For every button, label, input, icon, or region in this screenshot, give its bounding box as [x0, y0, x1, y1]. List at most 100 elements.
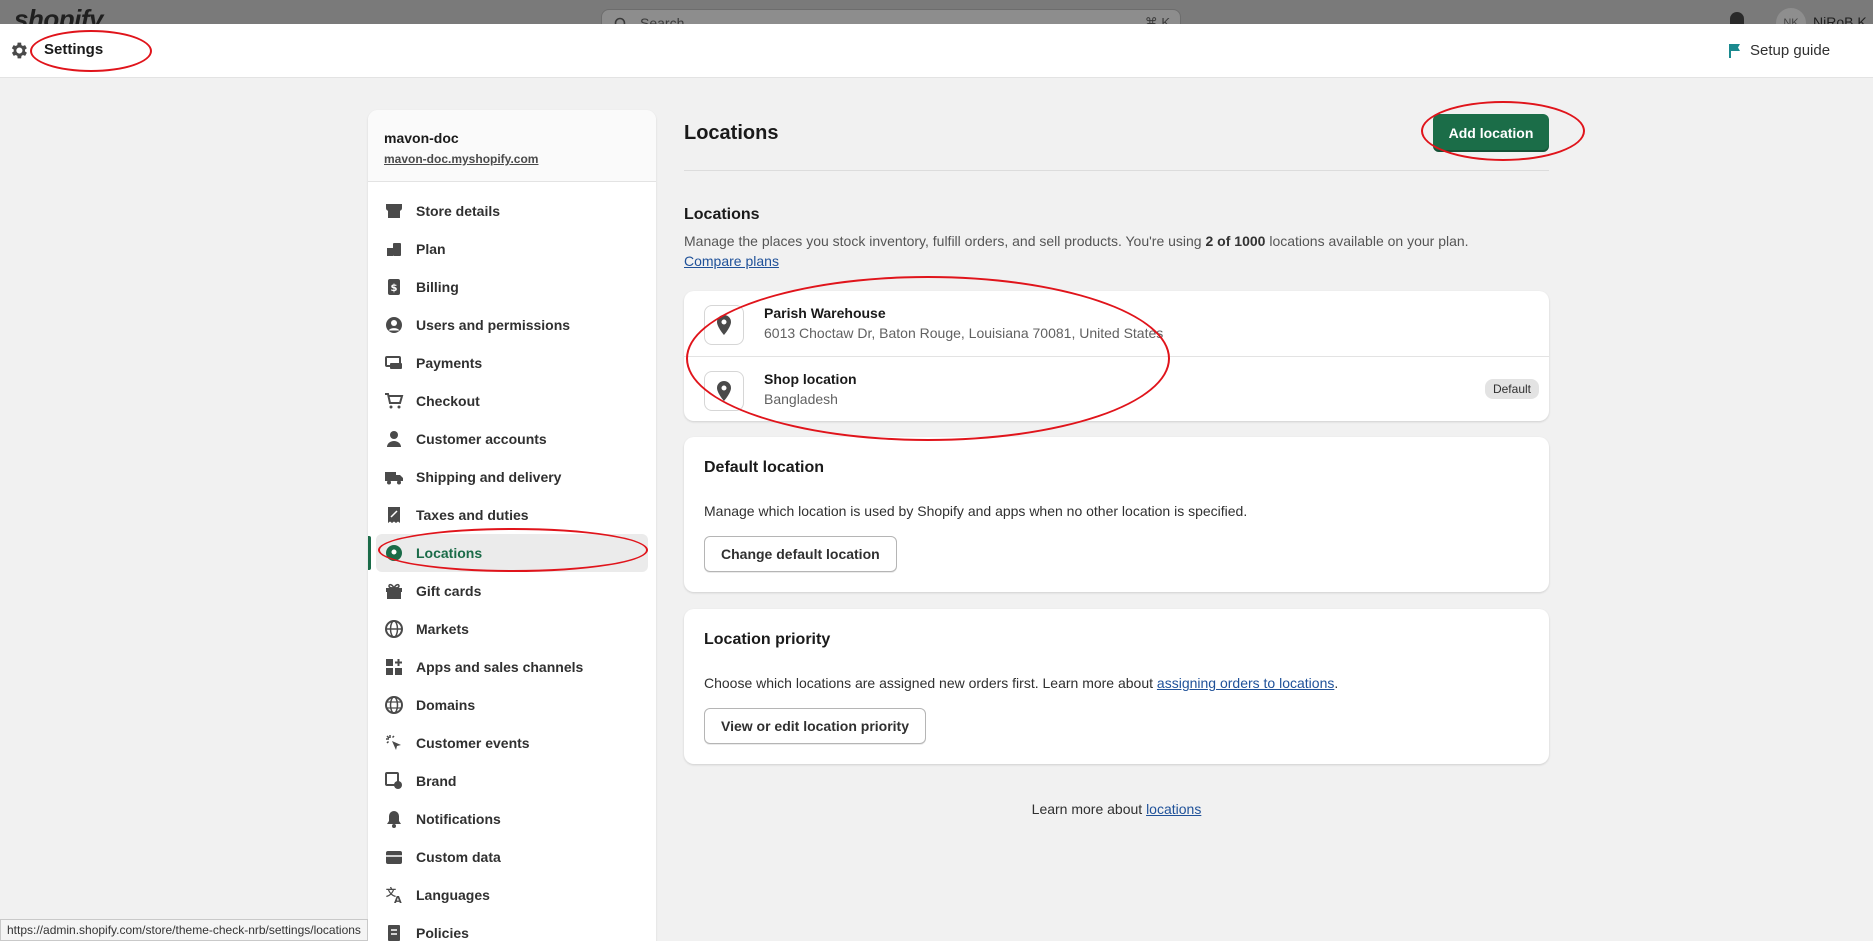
policy-icon — [384, 923, 404, 941]
user-name[interactable]: NiRoB K — [1813, 14, 1867, 24]
sidebar-item-label: Languages — [416, 887, 490, 903]
sidebar-item-locations[interactable]: Locations — [368, 534, 648, 572]
divider — [684, 170, 1549, 171]
sidebar-item-label: Gift cards — [416, 583, 482, 599]
sidebar-item-notifications[interactable]: Notifications — [368, 800, 656, 838]
location-address: 6013 Choctaw Dr, Baton Rouge, Louisiana … — [764, 325, 1164, 341]
learn-more-text: Learn more about — [1031, 801, 1147, 817]
truck-icon — [384, 467, 404, 487]
card-title: Default location — [704, 459, 825, 476]
setup-guide-button[interactable]: Setup guide — [1728, 42, 1830, 59]
svg-text:$: $ — [391, 283, 398, 294]
store-icon — [384, 201, 404, 221]
tax-icon — [384, 505, 404, 525]
sidebar-item-label: Payments — [416, 355, 483, 371]
apps-icon — [384, 657, 404, 677]
globe-icon — [384, 619, 404, 639]
sidebar-item-plan[interactable]: Plan — [368, 230, 656, 268]
domains-globe-icon — [384, 695, 404, 715]
billing-icon: $ — [384, 277, 404, 297]
cart-icon — [384, 391, 404, 411]
section-description: Manage the places you stock inventory, f… — [684, 231, 1504, 271]
sidebar-item-label: Locations — [416, 545, 483, 561]
location-pin-icon — [704, 305, 744, 345]
sidebar-item-label: Domains — [416, 697, 476, 713]
card-title: Location priority — [704, 631, 831, 648]
compare-plans-link[interactable]: Compare plans — [684, 253, 779, 269]
sidebar-item-taxes-and-duties[interactable]: Taxes and duties — [368, 496, 656, 534]
sidebar-item-label: Taxes and duties — [416, 507, 529, 523]
sidebar-item-label: Shipping and delivery — [416, 469, 562, 485]
sidebar-item-billing[interactable]: $ Billing — [368, 268, 656, 306]
sidebar-item-label: Customer accounts — [416, 431, 547, 447]
change-default-location-button[interactable]: Change default location — [704, 536, 897, 572]
sidebar-item-markets[interactable]: Markets — [368, 610, 656, 648]
location-priority-card: Location priority Choose which locations… — [684, 609, 1549, 764]
desc-text-2: locations available on your plan. — [1265, 233, 1469, 249]
admin-topbar: shopify Search ⌘ K NK NiRoB K — [0, 0, 1873, 24]
sidebar-item-customer-accounts[interactable]: Customer accounts — [368, 420, 656, 458]
sidebar-item-label: Markets — [416, 621, 469, 637]
person-icon — [384, 429, 404, 449]
sidebar-item-gift-cards[interactable]: Gift cards — [368, 572, 656, 610]
locations-page-title: Locations — [684, 122, 779, 144]
sidebar-item-label: Billing — [416, 279, 459, 295]
edit-location-priority-button[interactable]: View or edit location priority — [704, 708, 926, 744]
priority-text-end: . — [1334, 675, 1339, 691]
location-row[interactable]: Shop location Bangladesh Default — [684, 356, 1549, 421]
sidebar-item-label: Brand — [416, 773, 457, 789]
shopify-logo[interactable]: shopify — [14, 4, 103, 24]
store-header: mavon-doc mavon-doc.myshopify.com — [368, 110, 656, 182]
location-usage-count: 2 of 1000 — [1205, 233, 1266, 249]
sidebar-item-brand[interactable]: Brand — [368, 762, 656, 800]
search-placeholder: Search — [640, 15, 685, 24]
sidebar-item-label: Apps and sales channels — [416, 659, 584, 675]
search-shortcut: ⌘ K — [1144, 15, 1170, 24]
sidebar-item-domains[interactable]: Domains — [368, 686, 656, 724]
location-pin-icon — [704, 371, 744, 411]
sidebar-item-users-and-permissions[interactable]: Users and permissions — [368, 306, 656, 344]
sidebar-item-label: Custom data — [416, 849, 501, 865]
location-pin-icon — [384, 543, 404, 563]
location-row[interactable]: Parish Warehouse 6013 Choctaw Dr, Baton … — [684, 291, 1549, 356]
section-title: Locations — [684, 206, 760, 223]
svg-text:A: A — [394, 895, 402, 905]
database-icon — [384, 847, 404, 867]
locations-help-link[interactable]: locations — [1146, 801, 1201, 817]
priority-text: Choose which locations are assigned new … — [704, 675, 1157, 691]
location-address: Bangladesh — [764, 391, 838, 407]
sidebar-item-customer-events[interactable]: Customer events — [368, 724, 656, 762]
sidebar-item-label: Store details — [416, 203, 501, 219]
gear-icon — [11, 42, 27, 59]
sidebar-item-label: Notifications — [416, 811, 501, 827]
store-url-link[interactable]: mavon-doc.myshopify.com — [384, 152, 538, 166]
status-bar-url: https://admin.shopify.com/store/theme-ch… — [0, 919, 368, 941]
learn-more: Learn more about locations — [684, 801, 1549, 817]
sidebar-item-label: Customer events — [416, 735, 530, 751]
sidebar-item-label: Policies — [416, 925, 469, 941]
sidebar-item-languages[interactable]: 文 A Languages — [368, 876, 656, 914]
sidebar-item-label: Users and permissions — [416, 317, 571, 333]
sidebar-nav: Store details Plan $ Billing Users and permi… — [368, 182, 656, 941]
notifications-bell-icon[interactable] — [1730, 12, 1744, 24]
add-location-button[interactable]: Add location — [1433, 114, 1549, 152]
sidebar-item-policies[interactable]: Policies — [368, 914, 656, 941]
search-bar[interactable]: Search ⌘ K — [601, 9, 1181, 24]
assigning-orders-link[interactable]: assigning orders to locations — [1157, 675, 1334, 691]
locations-list-card: Parish Warehouse 6013 Choctaw Dr, Baton … — [684, 291, 1549, 421]
card-text: Manage which location is used by Shopify… — [704, 503, 1248, 519]
desc-text: Manage the places you stock inventory, f… — [684, 233, 1206, 249]
sidebar-item-payments[interactable]: Payments — [368, 344, 656, 382]
location-name: Parish Warehouse — [764, 305, 886, 321]
avatar[interactable]: NK — [1776, 8, 1806, 24]
location-name: Shop location — [764, 371, 857, 387]
sidebar-item-label: Checkout — [416, 393, 480, 409]
plan-icon — [384, 239, 404, 259]
sidebar-item-store-details[interactable]: Store details — [368, 192, 656, 230]
sidebar-item-shipping-and-delivery[interactable]: Shipping and delivery — [368, 458, 656, 496]
sidebar-item-checkout[interactable]: Checkout — [368, 382, 656, 420]
sidebar-item-custom-data[interactable]: Custom data — [368, 838, 656, 876]
sidebar-item-apps-and-sales-channels[interactable]: Apps and sales channels — [368, 648, 656, 686]
search-icon — [614, 17, 626, 24]
brand-icon — [384, 771, 404, 791]
